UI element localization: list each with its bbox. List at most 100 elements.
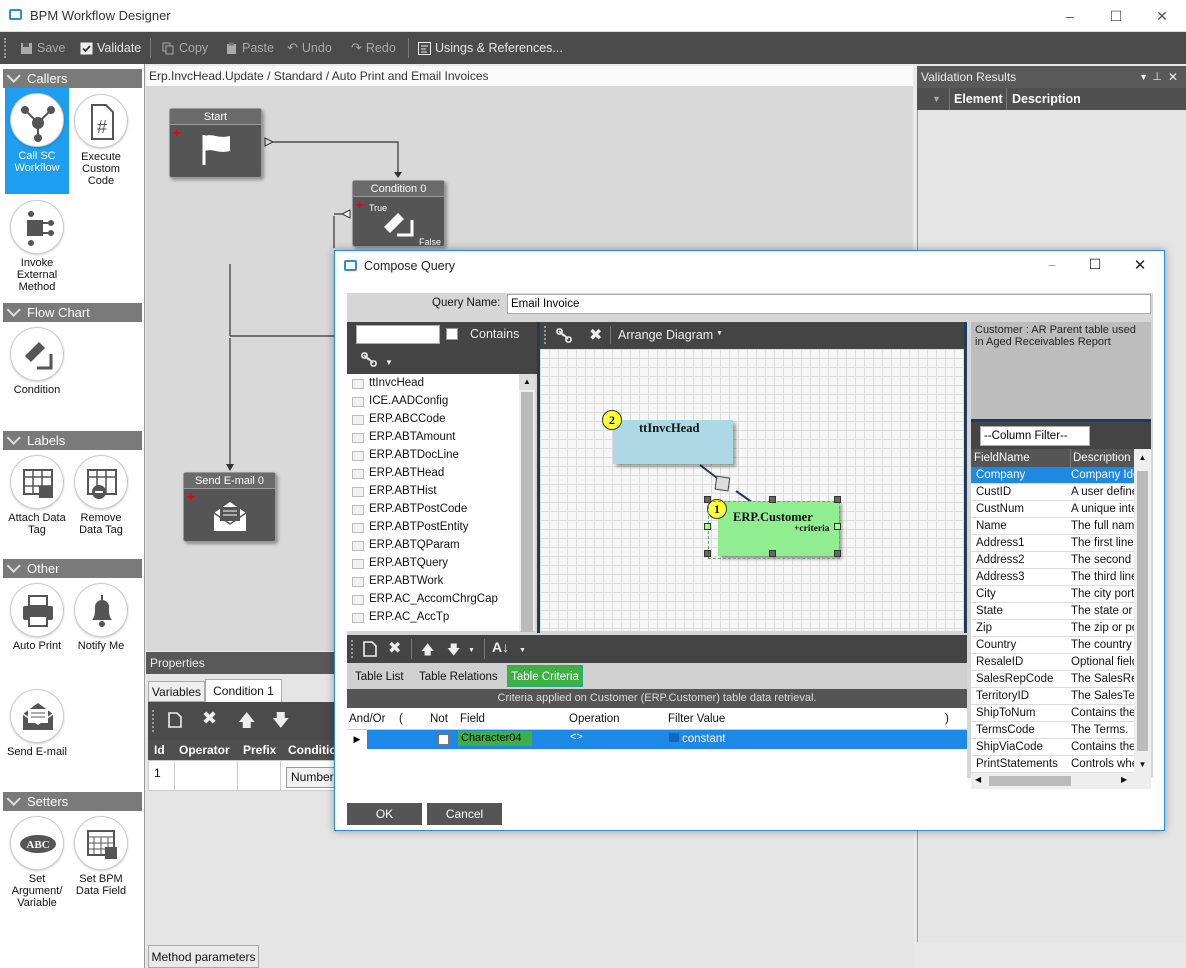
minimize-icon[interactable]: – bbox=[1043, 257, 1061, 275]
add-icon[interactable]: + bbox=[173, 126, 181, 139]
delete-icon[interactable]: ✖ bbox=[202, 708, 217, 729]
move-up-icon[interactable]: 🡅 bbox=[421, 641, 434, 663]
field-row[interactable]: Address3 The third line bbox=[971, 569, 1134, 586]
column-close-paren[interactable]: ) bbox=[945, 708, 949, 730]
tool-auto-print[interactable]: Auto Print bbox=[5, 583, 69, 652]
redo-button[interactable]: ↷ Redo bbox=[351, 39, 396, 57]
move-up-icon[interactable]: 🡅 bbox=[238, 708, 255, 737]
usings-references-button[interactable]: Usings & References... bbox=[418, 39, 563, 57]
table-item[interactable]: ICE.AADConfig bbox=[347, 392, 519, 410]
table-item[interactable]: ERP.ABTWork bbox=[347, 572, 519, 590]
field-row[interactable]: State The state or province bbox=[971, 603, 1134, 620]
contains-checkbox[interactable] bbox=[446, 328, 458, 340]
field-row[interactable]: TermsCode The Terms. bbox=[971, 722, 1134, 739]
table-item[interactable]: ERP.ABTPostEntity bbox=[347, 518, 519, 536]
field-row[interactable]: ShipViaCode Contains the bbox=[971, 739, 1134, 756]
maximize-icon[interactable]: ☐ bbox=[1106, 6, 1126, 26]
link-icon[interactable] bbox=[556, 328, 574, 344]
tab-table-relations[interactable]: Table Relations bbox=[419, 671, 498, 683]
field-grid[interactable]: Company Company Identifier CustID A user de… bbox=[971, 467, 1134, 773]
table-item[interactable]: ERP.ABTAmount bbox=[347, 428, 519, 446]
group-flow-chart[interactable]: Flow Chart bbox=[3, 302, 142, 322]
resize-handle[interactable] bbox=[834, 550, 841, 557]
field-row[interactable]: CustID A user defined bbox=[971, 484, 1134, 501]
tool-execute-custom-code[interactable]: # Execute Custom Code bbox=[69, 94, 133, 187]
table-item[interactable]: ERP.ABTHist bbox=[347, 482, 519, 500]
field-row[interactable]: SalesRepCode The SalesRep bbox=[971, 671, 1134, 688]
table-item[interactable]: ttInvcHead bbox=[347, 374, 519, 392]
paste-button[interactable]: Paste bbox=[225, 39, 274, 57]
row-selector-icon[interactable]: ▶ bbox=[347, 730, 367, 749]
undo-button[interactable]: ↶ Undo bbox=[287, 39, 332, 57]
field-grid-hscrollbar[interactable]: ◀ ▶ bbox=[971, 773, 1151, 789]
new-icon[interactable] bbox=[363, 641, 377, 657]
column-description[interactable]: Description bbox=[1073, 449, 1131, 467]
field-row[interactable]: Name The full name bbox=[971, 518, 1134, 535]
copy-button[interactable]: Copy bbox=[162, 39, 208, 57]
field-row[interactable]: TerritoryID The SalesTerritory bbox=[971, 688, 1134, 705]
sort-az-icon[interactable]: A↓ bbox=[492, 639, 509, 655]
pin-icon[interactable]: ⊥ bbox=[1152, 66, 1162, 88]
delete-icon[interactable]: ✖ bbox=[589, 325, 602, 345]
tool-attach-data-tag[interactable]: Attach Data Tag bbox=[5, 455, 69, 536]
column-id[interactable]: Id bbox=[154, 740, 165, 760]
table-item[interactable]: ERP.ABCCode bbox=[347, 410, 519, 428]
column-not[interactable]: Not bbox=[430, 708, 448, 730]
number-button[interactable]: Number bbox=[286, 767, 338, 788]
save-button[interactable]: Save bbox=[20, 39, 66, 57]
tab-method-parameters[interactable]: Method parameters bbox=[148, 945, 259, 968]
scroll-thumb[interactable] bbox=[989, 776, 1071, 786]
resize-handle[interactable] bbox=[834, 523, 841, 530]
tool-condition[interactable]: Condition bbox=[5, 327, 69, 396]
dropdown-arrow-icon[interactable]: ▼ bbox=[519, 647, 526, 654]
tool-remove-data-tag[interactable]: Remove Data Tag bbox=[69, 455, 133, 536]
scroll-thumb[interactable] bbox=[521, 392, 533, 632]
group-labels[interactable]: Labels bbox=[3, 430, 142, 450]
column-operation[interactable]: Operation bbox=[569, 708, 620, 730]
dropdown-arrow-icon[interactable]: ▼ bbox=[385, 358, 393, 367]
field-row[interactable]: Company Company Identifier bbox=[971, 467, 1134, 484]
field-row[interactable]: ShipToNum Contains the bbox=[971, 705, 1134, 722]
resize-handle[interactable] bbox=[704, 550, 711, 557]
delete-icon[interactable]: ✖ bbox=[388, 638, 401, 658]
query-name-input[interactable] bbox=[507, 294, 1151, 314]
table-item[interactable]: ERP.ABTPostCode bbox=[347, 500, 519, 518]
field-row[interactable]: Zip The zip or postal bbox=[971, 620, 1134, 637]
table-item[interactable]: ERP.ABTHead bbox=[347, 464, 519, 482]
tool-set-argument[interactable]: ABC Set Argument/ Variable bbox=[5, 816, 69, 909]
scroll-thumb[interactable] bbox=[1137, 471, 1148, 751]
not-checkbox[interactable] bbox=[438, 734, 449, 745]
resize-handle[interactable] bbox=[704, 496, 711, 503]
tab-table-criteria[interactable]: Table Criteria bbox=[507, 665, 583, 687]
field-row[interactable]: PrintStatements Controls whether bbox=[971, 756, 1134, 773]
dropdown-arrow-icon[interactable]: ▼ bbox=[468, 647, 475, 654]
node-send-email-0[interactable]: Send E-mail 0 + bbox=[183, 472, 276, 542]
tool-send-email[interactable]: Send E-mail bbox=[5, 689, 69, 758]
arrange-diagram-button[interactable]: Arrange Diagram bbox=[618, 328, 713, 342]
column-and-or[interactable]: And/Or bbox=[349, 708, 385, 730]
tab-condition-1[interactable]: Condition 1 bbox=[205, 679, 282, 702]
close-icon[interactable]: ✕ bbox=[1131, 256, 1149, 274]
new-icon[interactable] bbox=[168, 712, 182, 728]
group-callers[interactable]: Callers bbox=[3, 68, 142, 88]
table-search-input[interactable] bbox=[356, 325, 440, 344]
column-filter-value[interactable]: Filter Value bbox=[668, 708, 725, 730]
dropdown-arrow-icon[interactable]: ▼ bbox=[716, 330, 723, 337]
close-icon[interactable]: ✕ bbox=[1152, 6, 1172, 26]
resize-handle[interactable] bbox=[704, 523, 711, 530]
operation-cell[interactable]: <> bbox=[570, 731, 583, 743]
tool-invoke-external-method[interactable]: Invoke External Method bbox=[5, 200, 69, 293]
field-row[interactable]: Country The country bbox=[971, 637, 1134, 654]
resize-handle[interactable] bbox=[769, 550, 776, 557]
scroll-left-icon[interactable]: ◀ bbox=[975, 775, 981, 784]
field-grid-scrollbar[interactable]: ▲ ▼ bbox=[1134, 449, 1151, 773]
table-item[interactable]: ERP.ABTQuery bbox=[347, 554, 519, 572]
move-down-icon[interactable]: 🡇 bbox=[447, 641, 460, 663]
table-item[interactable]: ERP.ABTDocLine bbox=[347, 446, 519, 464]
link-icon[interactable] bbox=[361, 352, 379, 368]
resize-handle[interactable] bbox=[834, 496, 841, 503]
column-prefix[interactable]: Prefix bbox=[243, 740, 276, 760]
tab-variables[interactable]: Variables bbox=[148, 681, 205, 702]
criteria-row[interactable]: ▶ Character04 <> constant bbox=[347, 730, 967, 749]
node-condition-0[interactable]: Condition 0 + True False bbox=[352, 180, 445, 247]
